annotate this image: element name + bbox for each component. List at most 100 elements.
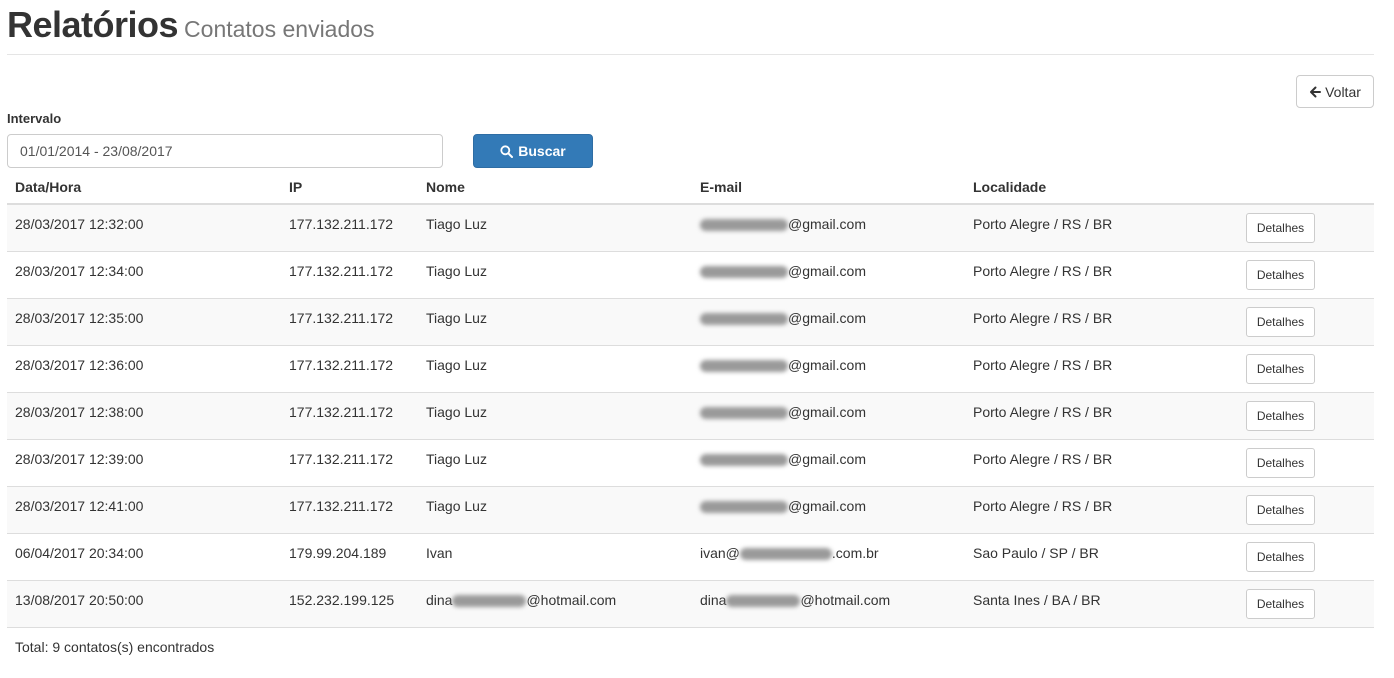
column-header-location: Localidade [973,178,1047,195]
cell-actions: Detalhes [1238,252,1374,298]
page-title: Relatórios Contatos enviados [7,4,375,46]
redacted-text [726,595,801,608]
details-button[interactable]: Detalhes [1246,542,1315,572]
column-header-name: Nome [426,178,465,195]
cell-actions: Detalhes [1238,581,1374,627]
table-row: 28/03/2017 12:38:00 177.132.211.172 Tiag… [7,393,1374,440]
redacted-text [700,407,788,420]
redacted-text [700,219,788,232]
email-domain: @gmail.com [788,310,867,326]
details-button[interactable]: Detalhes [1246,401,1315,431]
table-header: Data/Hora IP Nome E-mail Localidade [7,170,1374,205]
cell-datetime: 28/03/2017 12:35:00 [15,310,144,326]
page-header: Relatórios Contatos enviados [7,0,1374,55]
cell-actions: Detalhes [1238,534,1374,580]
page-title-text: Relatórios [7,4,179,45]
cell-datetime: 06/04/2017 20:34:00 [15,545,144,561]
column-header-datetime: Data/Hora [15,178,82,195]
interval-label: Intervalo [7,111,62,126]
email-domain: @gmail.com [788,451,867,467]
email-domain: @gmail.com [788,357,867,373]
cell-datetime: 28/03/2017 12:32:00 [15,216,144,232]
cell-ip: 177.132.211.172 [289,357,394,373]
arrow-left-icon [1310,86,1322,97]
contacts-table: Data/Hora IP Nome E-mail Localidade 28/0… [7,170,1374,628]
cell-email: @gmail.com [692,487,965,533]
details-button[interactable]: Detalhes [1246,213,1315,243]
table-row: 28/03/2017 12:36:00 177.132.211.172 Tiag… [7,346,1374,393]
cell-email: @gmail.com [692,205,965,251]
email-domain: @gmail.com [788,498,867,514]
details-button[interactable]: Detalhes [1246,354,1315,384]
table-row: 28/03/2017 12:39:00 177.132.211.172 Tiag… [7,440,1374,487]
table-row: 13/08/2017 20:50:00 152.232.199.125 dina… [7,581,1374,628]
email-user: ivan@ [700,545,740,561]
cell-actions: Detalhes [1238,487,1374,533]
results-total: Total: 9 contatos(s) encontrados [15,639,215,655]
email-domain: @gmail.com [788,216,867,232]
cell-email: @gmail.com [692,252,965,298]
email-domain: .com.br [831,545,879,561]
redacted-text [700,360,788,373]
search-button-label: Buscar [518,143,566,159]
cell-actions: Detalhes [1238,205,1374,251]
details-button[interactable]: Detalhes [1246,448,1315,478]
search-button[interactable]: Buscar [473,134,593,168]
email-domain: @gmail.com [788,263,867,279]
cell-name: Tiago Luz [426,404,487,420]
table-row: 28/03/2017 12:34:00 177.132.211.172 Tiag… [7,252,1374,299]
cell-location: Santa Ines / BA / BR [973,592,1101,608]
cell-name: dina @hotmail.com [418,581,692,627]
cell-datetime: 28/03/2017 12:36:00 [15,357,144,373]
cell-ip: 179.99.204.189 [289,545,387,561]
back-button-label: Voltar [1325,83,1361,100]
cell-datetime: 28/03/2017 12:39:00 [15,451,144,467]
email-user: dina [700,592,727,608]
cell-name: Tiago Luz [426,498,487,514]
table-row: 06/04/2017 20:34:00 179.99.204.189 Ivan … [7,534,1374,581]
cell-actions: Detalhes [1238,299,1374,345]
column-header-email: E-mail [700,178,743,195]
back-button[interactable]: Voltar [1296,75,1374,108]
cell-email: @gmail.com [692,299,965,345]
cell-ip: 177.132.211.172 [289,310,394,326]
page-subtitle: Contatos enviados [184,16,375,42]
cell-actions: Detalhes [1238,393,1374,439]
cell-email: @gmail.com [692,393,965,439]
cell-location: Porto Alegre / RS / BR [973,310,1113,326]
cell-actions: Detalhes [1238,440,1374,486]
email-domain: @gmail.com [788,404,867,420]
redacted-text [700,313,788,326]
details-button[interactable]: Detalhes [1246,589,1315,619]
cell-email: ivan@ .com.br [692,534,965,580]
interval-input[interactable]: 01/01/2014 - 23/08/2017 [7,134,443,168]
column-header-ip: IP [289,178,303,195]
redacted-text [700,501,788,514]
search-icon [500,144,514,158]
name-start: dina [426,592,453,608]
cell-ip: 177.132.211.172 [289,404,394,420]
table-row: 28/03/2017 12:35:00 177.132.211.172 Tiag… [7,299,1374,346]
details-button[interactable]: Detalhes [1246,495,1315,525]
cell-location: Porto Alegre / RS / BR [973,263,1113,279]
cell-name: Tiago Luz [426,357,487,373]
cell-name: Tiago Luz [426,263,487,279]
cell-ip: 177.132.211.172 [289,451,394,467]
details-button[interactable]: Detalhes [1246,307,1315,337]
redacted-text [452,595,527,608]
cell-ip: 152.232.199.125 [289,592,395,608]
redacted-text [739,548,832,561]
cell-datetime: 28/03/2017 12:38:00 [15,404,144,420]
details-button[interactable]: Detalhes [1246,260,1315,290]
redacted-text [700,454,788,467]
cell-ip: 177.132.211.172 [289,498,394,514]
cell-location: Porto Alegre / RS / BR [973,451,1113,467]
cell-ip: 177.132.211.172 [289,216,394,232]
cell-actions: Detalhes [1238,346,1374,392]
name-end: @hotmail.com [526,592,617,608]
email-domain: @hotmail.com [800,592,891,608]
cell-name: Tiago Luz [426,451,487,467]
cell-location: Porto Alegre / RS / BR [973,216,1113,232]
cell-email: @gmail.com [692,440,965,486]
redacted-text [700,266,788,279]
